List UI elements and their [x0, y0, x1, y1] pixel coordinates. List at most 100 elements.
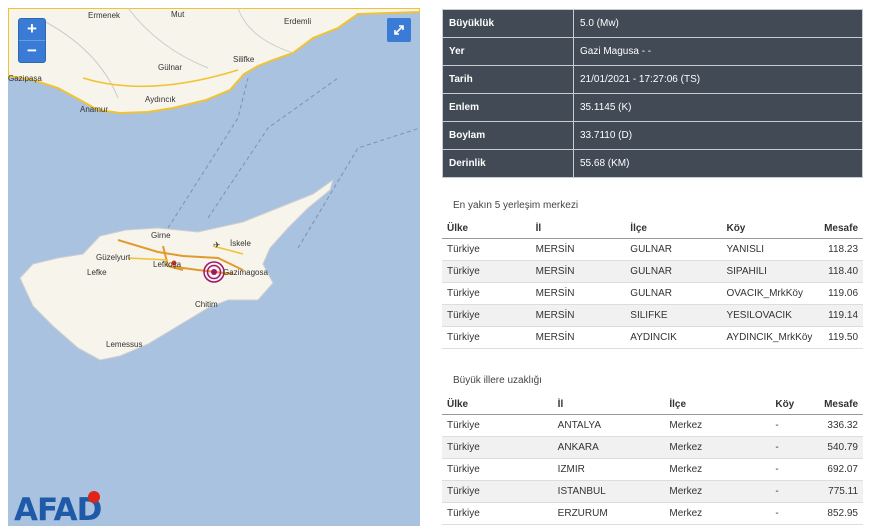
turkey-landmass: [8, 8, 420, 115]
cell: ISTANBUL: [552, 480, 665, 503]
info-value: 21/01/2021 - 17:27:06 (TS): [573, 65, 863, 94]
cell: 775.11: [819, 480, 863, 503]
cyprus-landmass: [19, 178, 334, 361]
cell: ANTALYA: [552, 414, 665, 437]
col-header: İl: [552, 394, 665, 415]
earthquake-map[interactable]: ✈ Ermenek Mut Erdemli Gülnar Silifke Gaz…: [8, 8, 420, 526]
col-header: Mesafe: [819, 394, 863, 415]
cell: 118.40: [819, 260, 863, 283]
col-header: İl: [530, 218, 626, 239]
cell: MERSİN: [530, 238, 626, 261]
cell: IZMIR: [552, 458, 665, 481]
info-value: 5.0 (Mw): [573, 9, 863, 38]
cell: -: [770, 436, 820, 459]
place-label: Anamur: [80, 105, 108, 114]
cell: MERSİN: [530, 304, 626, 327]
cell: 118.23: [819, 238, 863, 261]
cell: Türkiye: [442, 282, 531, 305]
place-label: Gülnar: [158, 63, 182, 72]
table-row: Türkiye MERSİN AYDINCIK AYDINCIK_MrkKöy 119.…: [442, 326, 863, 349]
table-row: Türkiye MERSİN SILIFKE YESILOVACIK 119.14: [442, 304, 863, 327]
zoom-control: + −: [18, 18, 46, 63]
cell: ERZURUM: [552, 502, 665, 525]
cell: Türkiye: [442, 414, 553, 437]
cell: SILIFKE: [625, 304, 722, 327]
cell: -: [770, 502, 820, 525]
cell: -: [770, 414, 820, 437]
cell: Türkiye: [442, 304, 531, 327]
fullscreen-icon: [394, 25, 404, 35]
info-key: Derinlik: [442, 149, 574, 178]
place-label: Lefkoşa: [153, 260, 182, 269]
info-value: 55.68 (KM): [573, 149, 863, 178]
cell: Merkez: [664, 436, 771, 459]
cell: AYDINCIK: [625, 326, 722, 349]
cell: 119.14: [819, 304, 863, 327]
col-header: Mesafe: [819, 218, 863, 239]
cell: 692.07: [819, 458, 863, 481]
info-key: Boylam: [442, 121, 574, 150]
col-header: Ülke: [442, 218, 531, 239]
table-row: Türkiye MERSİN GULNAR YANISLI 118.23: [442, 238, 863, 261]
cell: Türkiye: [442, 458, 553, 481]
col-header: Köy: [721, 218, 820, 239]
info-row: Yer Gazi Magusa - -: [442, 37, 863, 66]
cell: MERSİN: [530, 282, 626, 305]
col-header: İlçe: [664, 394, 771, 415]
table-row: Türkiye ISTANBUL Merkez -775.11: [442, 480, 863, 503]
cell: Türkiye: [442, 502, 553, 525]
cell: SIPAHILI: [721, 260, 820, 283]
zoom-out-button[interactable]: −: [19, 41, 45, 62]
map-canvas: ✈ Ermenek Mut Erdemli Gülnar Silifke Gaz…: [8, 8, 420, 361]
place-label: Ermenek: [88, 11, 121, 20]
place-label: Mut: [171, 10, 185, 19]
cell: GULNAR: [625, 260, 722, 283]
info-key: Yer: [442, 37, 574, 66]
cell: Türkiye: [442, 260, 531, 283]
cell: 336.32: [819, 414, 863, 437]
cities-table: Ülke İl İlçe Köy Mesafe Türkiye ANTALYA Me…: [442, 394, 863, 525]
cell: 540.79: [819, 436, 863, 459]
place-label: Erdemli: [284, 17, 311, 26]
info-row: Tarih 21/01/2021 - 17:27:06 (TS): [442, 65, 863, 94]
cell: Merkez: [664, 480, 771, 503]
fullscreen-button[interactable]: [387, 18, 411, 42]
cell: Merkez: [664, 414, 771, 437]
col-header: Ülke: [442, 394, 553, 415]
afad-logo-star-icon: [88, 491, 100, 503]
place-label: Lemessus: [106, 340, 142, 349]
place-label: Girne: [151, 231, 171, 240]
earthquake-info-table: Büyüklük 5.0 (Mw) Yer Gazi Magusa - - Tari…: [442, 9, 863, 178]
info-value: 35.1145 (K): [573, 93, 863, 122]
info-row: Enlem 35.1145 (K): [442, 93, 863, 122]
place-label: Gazimagosa: [223, 268, 268, 277]
cell: GULNAR: [625, 238, 722, 261]
info-row: Büyüklük 5.0 (Mw): [442, 9, 863, 38]
info-key: Enlem: [442, 93, 574, 122]
place-label: İskele: [230, 239, 251, 248]
place-label: Silifke: [233, 55, 255, 64]
cell: Türkiye: [442, 238, 531, 261]
place-label: Chitim: [195, 300, 218, 309]
cell: GULNAR: [625, 282, 722, 305]
cell: 119.06: [819, 282, 863, 305]
cell: Merkez: [664, 502, 771, 525]
table-row: Türkiye MERSİN GULNAR OVACIK_MrkKöy 119.06: [442, 282, 863, 305]
table-row: Türkiye ANKARA Merkez -540.79: [442, 436, 863, 459]
info-value: Gazi Magusa - -: [573, 37, 863, 66]
table-row: Türkiye ERZURUM Merkez -852.95: [442, 502, 863, 525]
info-value: 33.7110 (D): [573, 121, 863, 150]
info-row: Boylam 33.7110 (D): [442, 121, 863, 150]
cell: YESILOVACIK: [721, 304, 820, 327]
cell: Türkiye: [442, 480, 553, 503]
svg-text:✈: ✈: [213, 240, 221, 250]
cities-title: Büyük illere uzaklığı: [453, 375, 542, 386]
table-row: Türkiye IZMIR Merkez -692.07: [442, 458, 863, 481]
cell: MERSİN: [530, 326, 626, 349]
zoom-in-button[interactable]: +: [19, 19, 45, 41]
cell: Türkiye: [442, 436, 553, 459]
cell: Türkiye: [442, 326, 531, 349]
table-row: Türkiye MERSİN GULNAR SIPAHILI 118.40: [442, 260, 863, 283]
place-label: Güzelyurt: [96, 253, 131, 262]
place-label: Aydıncık: [145, 95, 177, 104]
